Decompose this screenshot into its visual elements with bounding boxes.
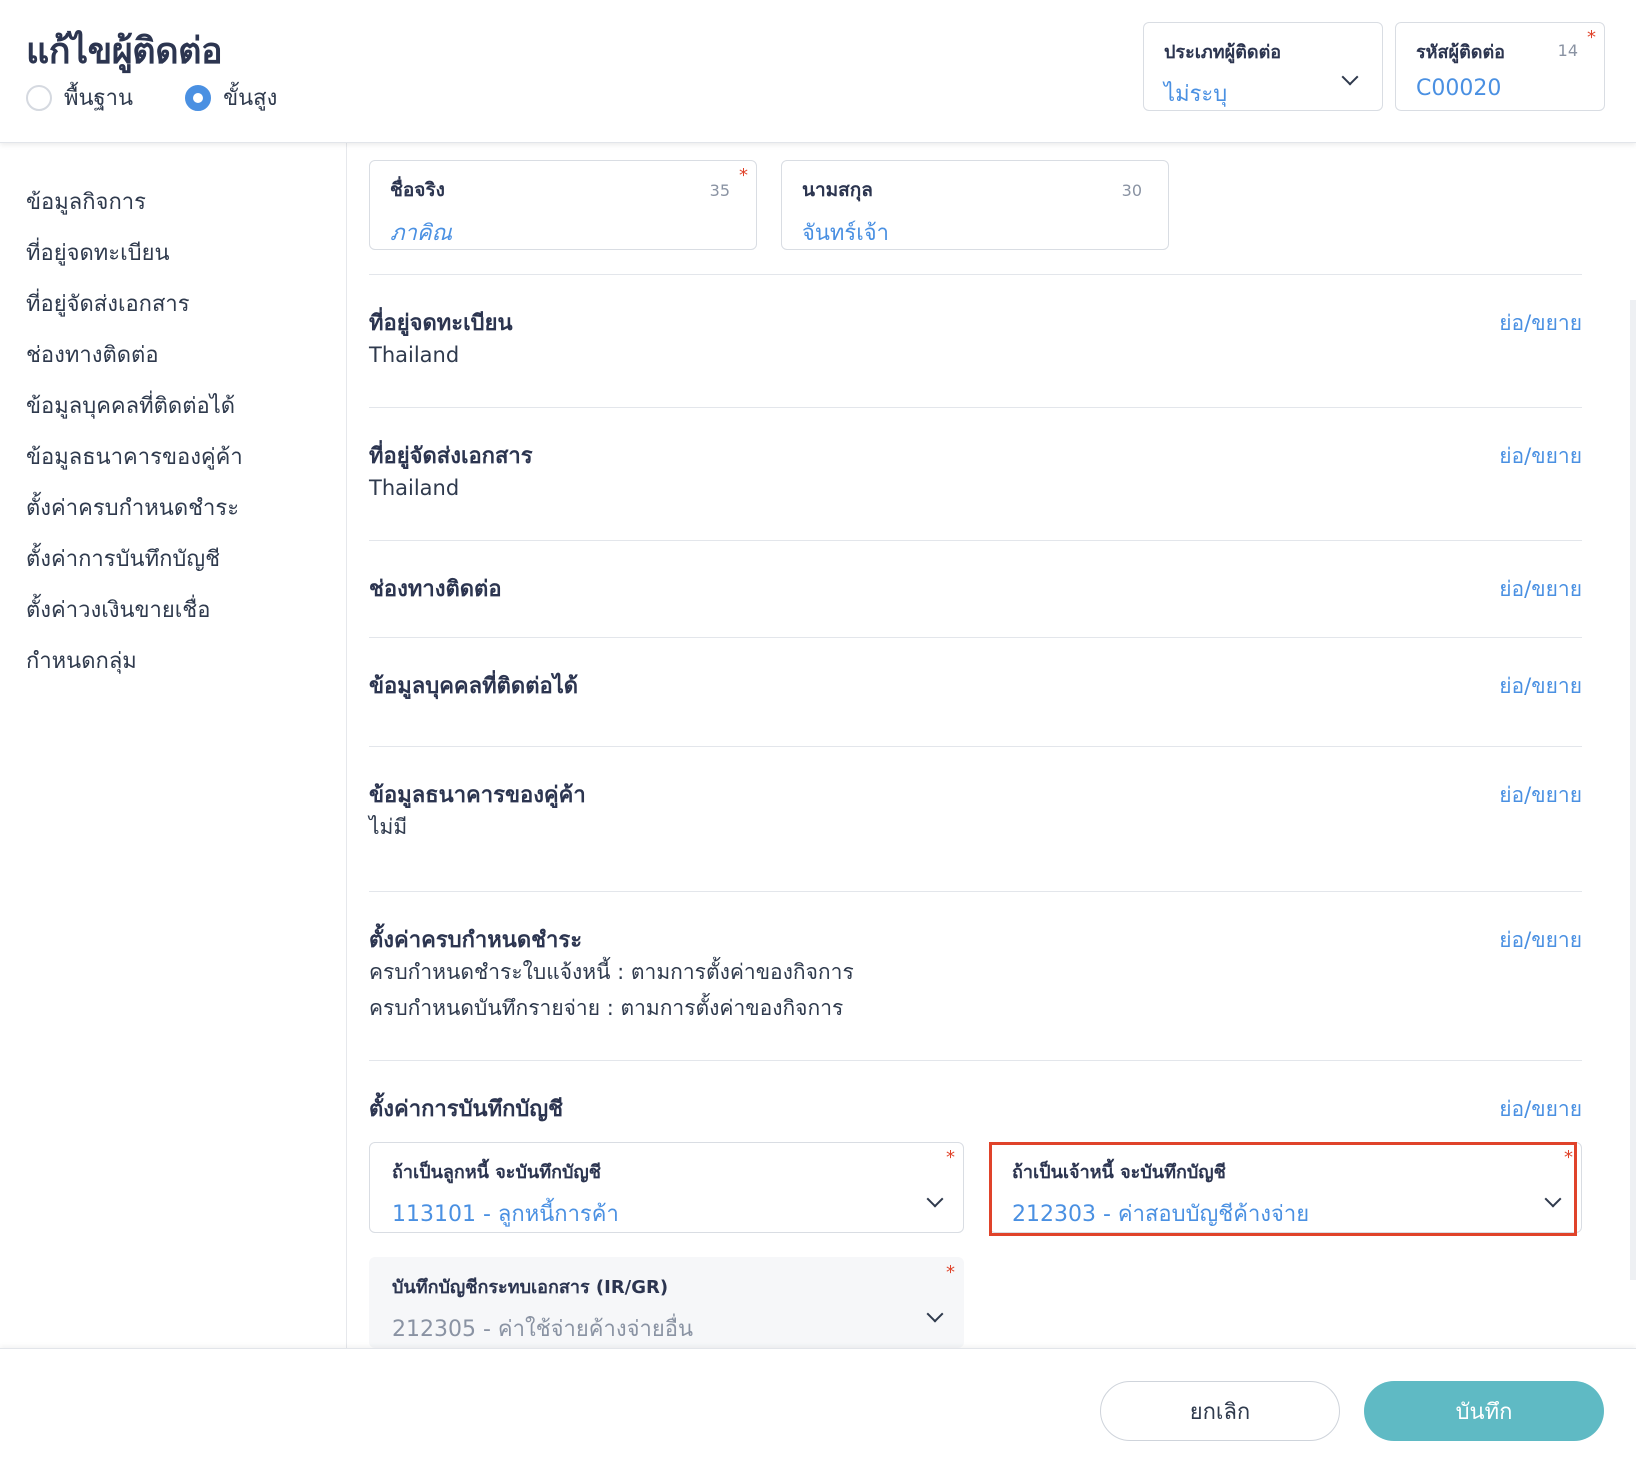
contact-type-label: ประเภทผู้ติดต่อ xyxy=(1164,42,1282,63)
divider xyxy=(369,891,1582,892)
char-counter: 35 xyxy=(709,181,730,200)
last-name-label: นามสกุล xyxy=(802,179,873,201)
sidebar-item-business-info[interactable]: ข้อมูลกิจการ xyxy=(26,184,146,219)
mode-advanced-label: ขั้นสูง xyxy=(223,86,278,111)
contact-type-value: ไม่ระบุ xyxy=(1164,82,1228,107)
sidebar-nav: ข้อมูลกิจการ ที่อยู่จดทะเบียน ที่อยู่จัด… xyxy=(0,143,347,1348)
divider xyxy=(369,540,1582,541)
required-icon: * xyxy=(1587,27,1596,48)
divider xyxy=(369,407,1582,408)
creditor-account-label: ถ้าเป็นเจ้าหนี้ จะบันทึกบัญชี xyxy=(1012,1162,1226,1183)
irgr-account-label: บันทึกบัญชีกระทบเอกสาร (IR/GR) xyxy=(392,1277,669,1298)
mode-basic-option[interactable]: พื้นฐาน xyxy=(26,80,133,115)
page-header: แก้ไขผู้ติดต่อ พื้นฐาน ขั้นสูง ประเภทผู้… xyxy=(0,0,1636,143)
mode-basic-label: พื้นฐาน xyxy=(64,86,134,111)
section-title-shipping-address: ที่อยู่จัดส่งเอกสาร xyxy=(369,444,533,469)
payment-terms-invoice: ครบกำหนดชำระใบแจ้งหนี้ : ตามการตั้งค่าขอ… xyxy=(369,960,854,984)
creditor-account-value: 212303 - ค่าสอบบัญชีค้างจ่าย xyxy=(1012,1202,1310,1227)
required-icon: * xyxy=(1564,1147,1573,1168)
mode-selector: พื้นฐาน ขั้นสูง xyxy=(26,80,329,115)
section-title-contact-persons: ข้อมูลบุคคลที่ติดต่อได้ xyxy=(369,674,579,699)
contact-code-field[interactable]: รหัสผู้ติดต่อ C00020 14 * xyxy=(1395,22,1605,111)
divider xyxy=(369,274,1582,275)
sidebar-item-contact-persons[interactable]: ข้อมูลบุคคลที่ติดต่อได้ xyxy=(26,388,235,423)
sidebar-item-registered-address[interactable]: ที่อยู่จดทะเบียน xyxy=(26,235,170,270)
first-name-value[interactable]: ภาคิณ xyxy=(390,215,736,250)
contact-code-value[interactable]: C00020 xyxy=(1416,76,1584,101)
irgr-account-value: 212305 - ค่าใช้จ่ายค้างจ่ายอื่น xyxy=(392,1317,693,1342)
section-title-payment-terms: ตั้งค่าครบกำหนดชำระ xyxy=(369,928,583,953)
toggle-contact-channels[interactable]: ย่อ/ขยาย xyxy=(1499,573,1582,606)
divider xyxy=(369,1060,1582,1061)
divider xyxy=(369,746,1582,747)
payment-terms-expense: ครบกำหนดบันทึกรายจ่าย : ตามการตั้งค่าของ… xyxy=(369,996,844,1020)
toggle-registered-address[interactable]: ย่อ/ขยาย xyxy=(1499,307,1582,340)
bank-info-value: ไม่มี xyxy=(369,815,408,839)
required-icon: * xyxy=(946,1262,955,1283)
sidebar-item-shipping-address[interactable]: ที่อยู่จัดส่งเอกสาร xyxy=(26,286,190,321)
section-title-accounting: ตั้งค่าการบันทึกบัญชี xyxy=(369,1097,564,1122)
page-title: แก้ไขผู้ติดต่อ xyxy=(26,31,223,72)
toggle-contact-persons[interactable]: ย่อ/ขยาย xyxy=(1499,670,1582,703)
debtor-account-value: 113101 - ลูกหนี้การค้า xyxy=(392,1202,619,1227)
sidebar-item-groups[interactable]: กำหนดกลุ่ม xyxy=(26,643,137,678)
save-button[interactable]: บันทึก xyxy=(1364,1381,1604,1441)
char-counter: 30 xyxy=(1121,181,1142,200)
first-name-field[interactable]: ชื่อจริง ภาคิณ 35 * xyxy=(369,160,757,250)
toggle-payment-terms[interactable]: ย่อ/ขยาย xyxy=(1499,924,1582,957)
contact-type-select[interactable]: ประเภทผู้ติดต่อ ไม่ระบุ xyxy=(1143,22,1383,111)
toggle-shipping-address[interactable]: ย่อ/ขยาย xyxy=(1499,440,1582,473)
registered-address-value: Thailand xyxy=(369,343,460,367)
first-name-label: ชื่อจริง xyxy=(390,179,445,201)
section-title-registered-address: ที่อยู่จดทะเบียน xyxy=(369,311,513,336)
sidebar-item-credit-limit[interactable]: ตั้งค่าวงเงินขายเชื่อ xyxy=(26,592,210,627)
divider xyxy=(369,637,1582,638)
last-name-field[interactable]: นามสกุล จันทร์เจ้า 30 xyxy=(781,160,1169,250)
radio-basic[interactable] xyxy=(26,84,52,111)
toggle-accounting[interactable]: ย่อ/ขยาย xyxy=(1499,1093,1582,1126)
section-title-contact-channels: ช่องทางติดต่อ xyxy=(369,577,502,602)
required-icon: * xyxy=(739,165,748,186)
irgr-account-select[interactable]: บันทึกบัญชีกระทบเอกสาร (IR/GR) 212305 - … xyxy=(369,1257,964,1348)
cancel-button[interactable]: ยกเลิก xyxy=(1100,1381,1340,1441)
footer-bar: ยกเลิก บันทึก xyxy=(0,1348,1636,1468)
main-content: ชื่อจริง ภาคิณ 35 * นามสกุล จันทร์เจ้า 3… xyxy=(348,143,1636,1348)
section-title-bank-info: ข้อมูลธนาคารของคู่ค้า xyxy=(369,783,586,808)
radio-advanced[interactable] xyxy=(185,84,212,111)
sidebar-item-accounting[interactable]: ตั้งค่าการบันทึกบัญชี xyxy=(26,541,220,576)
sidebar-item-contact-channels[interactable]: ช่องทางติดต่อ xyxy=(26,337,159,372)
sidebar-item-payment-terms[interactable]: ตั้งค่าครบกำหนดชำระ xyxy=(26,490,239,525)
debtor-account-select[interactable]: ถ้าเป็นลูกหนี้ จะบันทึกบัญชี 113101 - ลู… xyxy=(369,1142,964,1233)
shipping-address-value: Thailand xyxy=(369,476,460,500)
last-name-value[interactable]: จันทร์เจ้า xyxy=(802,215,1148,250)
toggle-bank-info[interactable]: ย่อ/ขยาย xyxy=(1499,779,1582,812)
sidebar-item-bank-info[interactable]: ข้อมูลธนาคารของคู่ค้า xyxy=(26,439,243,474)
scrollbar[interactable] xyxy=(1630,300,1636,1280)
mode-advanced-option[interactable]: ขั้นสูง xyxy=(185,80,277,115)
char-counter: 14 xyxy=(1557,41,1578,60)
creditor-account-select[interactable]: ถ้าเป็นเจ้าหนี้ จะบันทึกบัญชี 212303 - ค… xyxy=(989,1142,1582,1233)
debtor-account-label: ถ้าเป็นลูกหนี้ จะบันทึกบัญชี xyxy=(392,1162,601,1183)
required-icon: * xyxy=(946,1147,955,1168)
